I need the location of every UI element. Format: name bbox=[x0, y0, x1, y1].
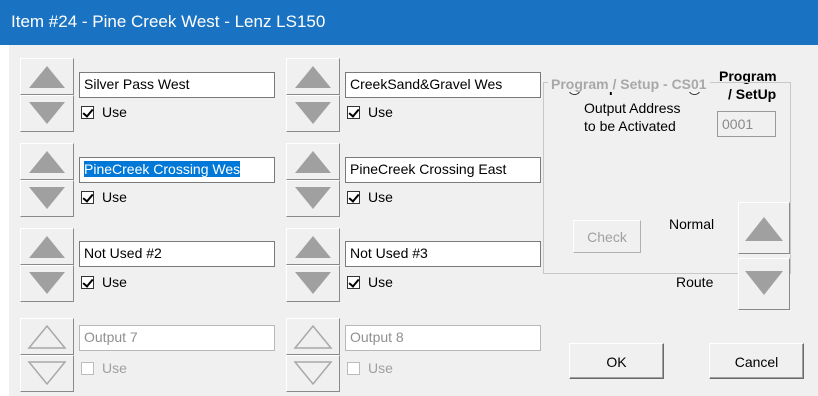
route-down-button[interactable] bbox=[738, 258, 790, 310]
output-4-up-button[interactable] bbox=[286, 143, 340, 180]
program-setup-group-title: Program / Setup - CS01 bbox=[548, 76, 710, 92]
triangle-up-icon bbox=[295, 236, 331, 258]
output-address-input[interactable]: 0001 bbox=[717, 111, 776, 137]
triangle-down-icon bbox=[29, 272, 65, 294]
output-8-use-label: Use bbox=[368, 360, 393, 376]
output-1-down-button[interactable] bbox=[20, 95, 74, 132]
ok-button[interactable]: OK bbox=[569, 343, 664, 379]
triangle-up-icon bbox=[745, 217, 783, 241]
triangle-down-icon bbox=[295, 187, 331, 209]
output-2-use-label: Use bbox=[368, 104, 393, 120]
title-bar: Item #24 - Pine Creek West - Lenz LS150 bbox=[0, 0, 818, 45]
output-5-use-checkbox[interactable] bbox=[81, 276, 94, 289]
triangle-up-icon bbox=[29, 66, 65, 88]
triangle-down-icon bbox=[29, 187, 65, 209]
triangle-down-outline-icon bbox=[27, 361, 67, 386]
output-6-up-button[interactable] bbox=[286, 228, 340, 265]
triangle-down-icon bbox=[745, 271, 783, 295]
cancel-button[interactable]: Cancel bbox=[709, 343, 804, 379]
triangle-up-icon bbox=[29, 236, 65, 258]
output-3-name-input[interactable]: PineCreek Crossing Wes bbox=[79, 157, 275, 183]
output-8-up-button[interactable] bbox=[286, 318, 340, 355]
output-4-use-checkbox[interactable] bbox=[347, 191, 360, 204]
output-7-use-checkbox[interactable] bbox=[81, 362, 94, 375]
output-6-down-button[interactable] bbox=[286, 265, 340, 302]
output-2-down-button[interactable] bbox=[286, 95, 340, 132]
output-4-name-input[interactable]: PineCreek Crossing East bbox=[345, 157, 541, 183]
output-1-name-input[interactable]: Silver Pass West bbox=[79, 72, 275, 98]
output-3-up-button[interactable] bbox=[20, 143, 74, 180]
output-1-up-button[interactable] bbox=[20, 58, 74, 95]
check-button[interactable]: Check bbox=[573, 220, 641, 253]
output-4-down-button[interactable] bbox=[286, 180, 340, 217]
output-7-use-label: Use bbox=[102, 360, 127, 376]
output-6-use-label: Use bbox=[368, 274, 393, 290]
output-4-use-label: Use bbox=[368, 189, 393, 205]
address-label-line2: to be Activated bbox=[584, 118, 676, 134]
output-8-down-button[interactable] bbox=[286, 355, 340, 392]
triangle-down-icon bbox=[29, 102, 65, 124]
output-2-name-input[interactable]: CreekSand&Gravel Wes bbox=[345, 72, 541, 98]
output-2-up-button[interactable] bbox=[286, 58, 340, 95]
normal-label: Normal bbox=[669, 216, 715, 232]
output-3-down-button[interactable] bbox=[20, 180, 74, 217]
route-label: Route bbox=[676, 274, 714, 290]
output-2-use-checkbox[interactable] bbox=[347, 106, 360, 119]
output-6-name-input[interactable]: Not Used #3 bbox=[345, 241, 541, 267]
output-5-name-input[interactable]: Not Used #2 bbox=[79, 241, 275, 267]
output-6-use-checkbox[interactable] bbox=[347, 276, 360, 289]
output-8-name-input[interactable]: Output 8 bbox=[345, 325, 541, 351]
triangle-down-icon bbox=[295, 102, 331, 124]
output-8-use-checkbox[interactable] bbox=[347, 362, 360, 375]
normal-up-button[interactable] bbox=[738, 202, 790, 254]
triangle-up-icon bbox=[295, 151, 331, 173]
output-7-up-button[interactable] bbox=[20, 318, 74, 355]
triangle-up-icon bbox=[295, 66, 331, 88]
triangle-up-outline-icon bbox=[293, 324, 333, 349]
triangle-down-outline-icon bbox=[293, 361, 333, 386]
output-1-use-checkbox[interactable] bbox=[81, 106, 94, 119]
output-3-use-label: Use bbox=[102, 189, 127, 205]
triangle-up-outline-icon bbox=[27, 324, 67, 349]
output-5-use-label: Use bbox=[102, 274, 127, 290]
output-7-down-button[interactable] bbox=[20, 355, 74, 392]
triangle-up-icon bbox=[29, 151, 65, 173]
output-7-name-input[interactable]: Output 7 bbox=[79, 325, 275, 351]
triangle-down-icon bbox=[295, 272, 331, 294]
address-label-line1: Output Address bbox=[584, 100, 681, 116]
output-3-use-checkbox[interactable] bbox=[81, 191, 94, 204]
window-title: Item #24 - Pine Creek West - Lenz LS150 bbox=[11, 12, 326, 31]
output-1-use-label: Use bbox=[102, 104, 127, 120]
output-5-down-button[interactable] bbox=[20, 265, 74, 302]
output-5-up-button[interactable] bbox=[20, 228, 74, 265]
